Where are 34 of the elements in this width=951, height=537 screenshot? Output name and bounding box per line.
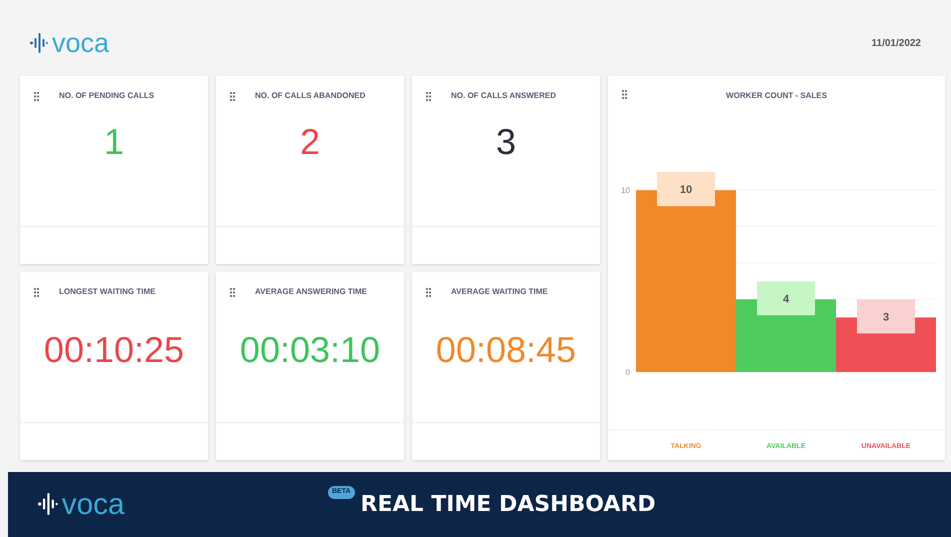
data-label: 3 bbox=[882, 311, 890, 324]
drag-handle-icon[interactable] bbox=[230, 288, 235, 296]
metric-title: NO. OF CALLS ANSWERED bbox=[451, 90, 556, 102]
data-label: 4 bbox=[757, 281, 815, 316]
metric-title: AVERAGE ANSWERING TIME bbox=[255, 286, 368, 298]
data-label: 4 bbox=[782, 293, 790, 306]
soundwave-logo-icon bbox=[30, 33, 48, 53]
drag-handle-icon[interactable] bbox=[426, 92, 431, 100]
drag-handle-icon[interactable] bbox=[622, 90, 627, 99]
footer-title: REAL TIME DASHBOARD bbox=[360, 491, 656, 519]
date-text: 11/01/2022 bbox=[872, 36, 921, 50]
axis-tick-label: 10 bbox=[621, 186, 630, 196]
metric-value: 00:10:25 bbox=[44, 332, 184, 368]
logo-text: voca bbox=[52, 30, 110, 56]
drag-handle-icon[interactable] bbox=[34, 92, 39, 100]
metric-value: 00:03:10 bbox=[240, 332, 380, 368]
drag-handle-icon[interactable] bbox=[34, 288, 39, 296]
metric-title: NO. OF PENDING CALLS bbox=[59, 90, 154, 102]
metric-title: AVERAGE WAITING TIME bbox=[451, 286, 548, 298]
logo-text: voca bbox=[62, 490, 125, 520]
drag-handle-icon[interactable] bbox=[426, 288, 431, 296]
metric-value: 00:08:45 bbox=[436, 332, 576, 368]
metric-value: 1 bbox=[104, 124, 124, 160]
data-label: 10 bbox=[680, 184, 692, 196]
axis-tick-label: 0 bbox=[626, 368, 630, 377]
metric-title: LONGEST WAITING TIME bbox=[59, 286, 156, 298]
metric-title: NO. OF CALLS ABANDONED bbox=[255, 90, 366, 102]
metric-value: 2 bbox=[300, 124, 320, 160]
data-label: 3 bbox=[857, 299, 915, 334]
data-label: 10 bbox=[657, 172, 715, 206]
metric-value: 3 bbox=[496, 124, 516, 160]
drag-handle-icon[interactable] bbox=[230, 92, 235, 100]
chart-title: WORKER COUNT - SALES bbox=[726, 90, 827, 102]
soundwave-logo-icon bbox=[38, 493, 58, 516]
